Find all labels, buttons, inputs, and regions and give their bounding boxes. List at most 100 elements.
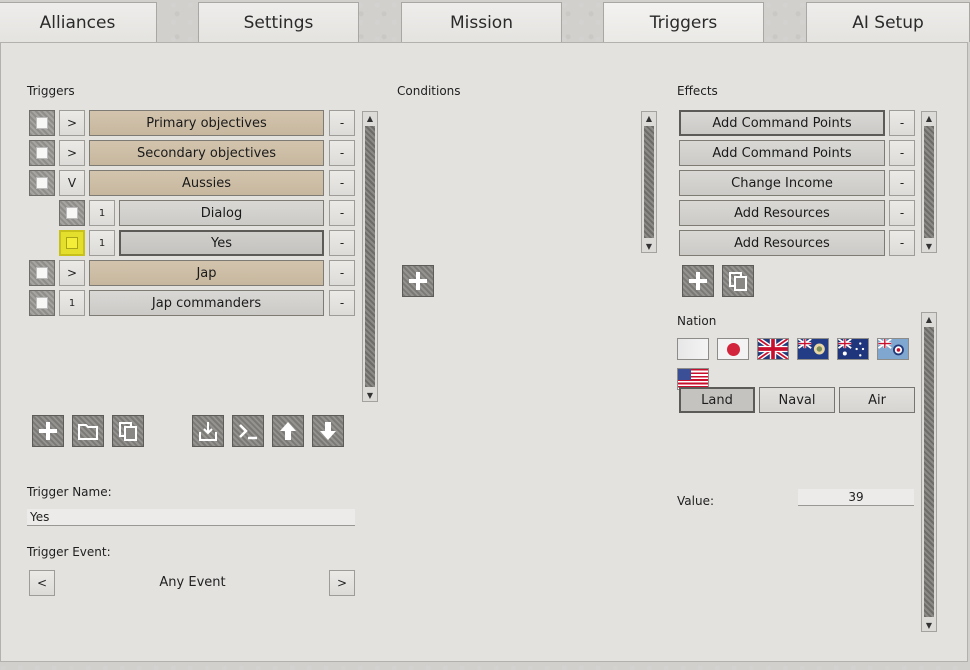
trigger-group-row[interactable]: Secondary objectives (89, 140, 324, 166)
scroll-down-arrow-icon[interactable]: ▼ (922, 240, 936, 252)
effect-row[interactable]: Add Command Points (679, 140, 885, 166)
value-label: Value: (677, 494, 714, 508)
triggers-scrollbar[interactable]: ▲ ▼ (362, 111, 378, 402)
plus-icon (39, 422, 57, 440)
copy-icon (729, 272, 747, 291)
value-input[interactable]: 39 (798, 489, 914, 506)
uk-flag-icon[interactable] (757, 338, 789, 360)
trigger-event-value: Any Event (159, 575, 226, 590)
scroll-up-arrow-icon[interactable]: ▲ (363, 112, 377, 124)
effect-row[interactable]: Change Income (679, 170, 885, 196)
script-console-button[interactable] (232, 415, 264, 447)
trigger-row[interactable]: Jap commanders (89, 290, 324, 316)
scroll-down-arrow-icon[interactable]: ▼ (642, 240, 656, 252)
effect-remove-button[interactable]: - (889, 200, 915, 226)
triggers-heading: Triggers (27, 84, 75, 98)
effect-row-selected[interactable]: Add Command Points (679, 110, 885, 136)
trigger-group-row[interactable]: Primary objectives (89, 110, 324, 136)
effect-remove-button[interactable]: - (889, 170, 915, 196)
trigger-enable-checkbox[interactable] (59, 200, 85, 226)
tab-ai-setup[interactable]: AI Setup (806, 2, 970, 42)
scroll-up-arrow-icon[interactable]: ▲ (922, 112, 936, 124)
blank-flag-icon[interactable] (677, 338, 709, 360)
trigger-enable-checkbox[interactable] (29, 170, 55, 196)
trigger-enable-checkbox-selected[interactable] (59, 230, 85, 256)
arrow-down-icon (320, 422, 336, 440)
new-zealand-blue-ensign-icon[interactable] (797, 338, 829, 360)
japan-flag-icon[interactable] (717, 338, 749, 360)
add-effect-button[interactable] (682, 265, 714, 297)
unit-type-land-toggle[interactable]: Land (679, 387, 755, 413)
tab-settings[interactable]: Settings (198, 2, 359, 42)
effects-scrollbar[interactable]: ▲ ▼ (921, 111, 937, 253)
move-down-button[interactable] (312, 415, 344, 447)
scroll-down-arrow-icon[interactable]: ▼ (922, 619, 936, 631)
add-folder-button[interactable] (72, 415, 104, 447)
trigger-group-row[interactable]: Aussies (89, 170, 324, 196)
effects-heading: Effects (677, 84, 718, 98)
scrollbar-thumb[interactable] (365, 126, 375, 387)
tab-alliances[interactable]: Alliances (0, 2, 157, 42)
add-condition-button[interactable] (402, 265, 434, 297)
import-trigger-button[interactable] (192, 415, 224, 447)
effect-remove-button[interactable]: - (889, 140, 915, 166)
trigger-remove-button[interactable]: - (329, 170, 355, 196)
trigger-remove-button[interactable]: - (329, 290, 355, 316)
terminal-icon (239, 424, 257, 440)
unit-type-naval-toggle[interactable]: Naval (759, 387, 835, 413)
folder-icon (78, 424, 98, 440)
effect-properties-scrollbar[interactable]: ▲ ▼ (921, 312, 937, 632)
trigger-remove-button[interactable]: - (329, 260, 355, 286)
trigger-enable-checkbox[interactable] (29, 140, 55, 166)
effect-remove-button[interactable]: - (889, 230, 915, 256)
trigger-remove-button[interactable]: - (329, 140, 355, 166)
effect-remove-button[interactable]: - (889, 110, 915, 136)
copy-trigger-button[interactable] (112, 415, 144, 447)
effect-row[interactable]: Add Resources (679, 230, 885, 256)
copy-effect-button[interactable] (722, 265, 754, 297)
trigger-enable-checkbox[interactable] (29, 290, 55, 316)
trigger-collapse-button[interactable]: V (59, 170, 85, 196)
tab-triggers[interactable]: Triggers (603, 2, 764, 42)
trigger-expand-button[interactable]: > (59, 260, 85, 286)
effect-row[interactable]: Add Resources (679, 200, 885, 226)
tab-bar: Alliances Settings Mission Triggers AI S… (0, 0, 970, 44)
trigger-name-input[interactable]: Yes (27, 509, 355, 526)
trigger-enable-checkbox[interactable] (29, 110, 55, 136)
conditions-heading: Conditions (397, 84, 461, 98)
trigger-remove-button[interactable]: - (329, 110, 355, 136)
unit-type-air-toggle[interactable]: Air (839, 387, 915, 413)
conditions-scrollbar[interactable]: ▲ ▼ (641, 111, 657, 253)
tab-mission[interactable]: Mission (401, 2, 562, 42)
plus-icon (409, 272, 427, 290)
scrollbar-thumb[interactable] (924, 126, 934, 238)
raaf-roundel-flag-icon[interactable] (877, 338, 909, 360)
trigger-enable-checkbox[interactable] (29, 260, 55, 286)
trigger-event-label: Trigger Event: (27, 545, 111, 559)
trigger-expand-button[interactable]: > (59, 110, 85, 136)
plus-icon (689, 272, 707, 290)
trigger-repeat-count[interactable]: 1 (89, 200, 115, 226)
trigger-repeat-count[interactable]: 1 (59, 290, 85, 316)
australia-flag-icon[interactable] (837, 338, 869, 360)
trigger-remove-button[interactable]: - (329, 200, 355, 226)
arrow-up-icon (280, 422, 296, 440)
scroll-up-arrow-icon[interactable]: ▲ (642, 112, 656, 124)
trigger-group-row[interactable]: Jap (89, 260, 324, 286)
nation-label: Nation (677, 314, 717, 328)
scrollbar-thumb[interactable] (644, 126, 654, 238)
scroll-down-arrow-icon[interactable]: ▼ (363, 389, 377, 401)
trigger-row[interactable]: Dialog (119, 200, 324, 226)
move-up-button[interactable] (272, 415, 304, 447)
trigger-expand-button[interactable]: > (59, 140, 85, 166)
trigger-repeat-count[interactable]: 1 (89, 230, 115, 256)
trigger-row-selected[interactable]: Yes (119, 230, 324, 256)
scroll-up-arrow-icon[interactable]: ▲ (922, 313, 936, 325)
trigger-remove-button[interactable]: - (329, 230, 355, 256)
event-prev-button[interactable]: < (29, 570, 55, 596)
copy-icon (119, 422, 137, 441)
add-trigger-button[interactable] (32, 415, 64, 447)
scrollbar-thumb[interactable] (924, 327, 934, 617)
trigger-name-label: Trigger Name: (27, 485, 112, 499)
event-next-button[interactable]: > (329, 570, 355, 596)
